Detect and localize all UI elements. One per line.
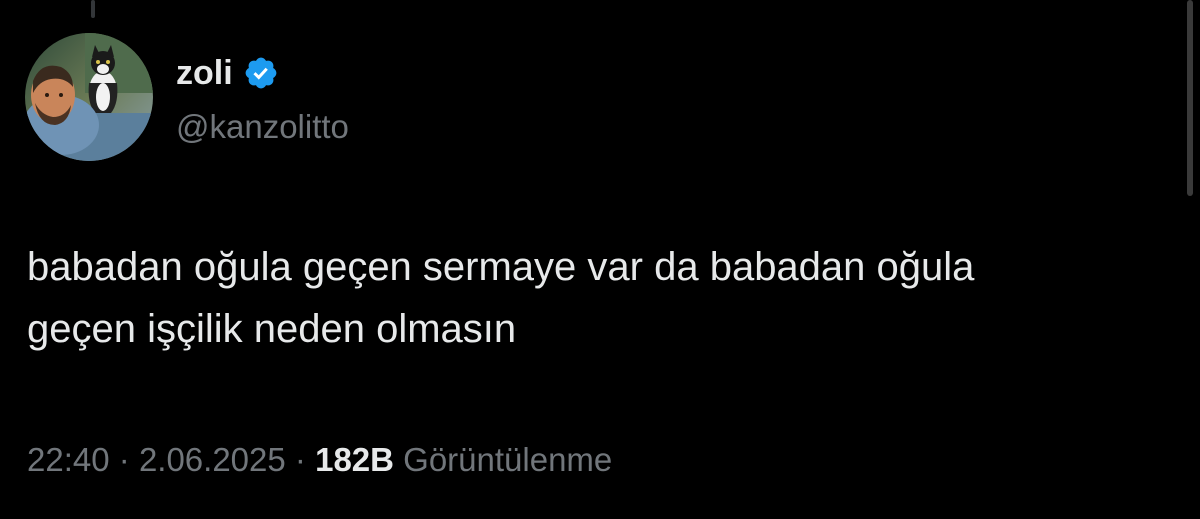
views-count[interactable]: 182B: [315, 441, 394, 478]
verified-badge-icon[interactable]: [243, 55, 279, 91]
views-label: Görüntülenme: [403, 441, 613, 478]
tweet-time[interactable]: 22:40: [27, 441, 110, 478]
meta-separator: ·: [294, 441, 306, 478]
tweet-text-line: geçen işçilik neden olmasın: [27, 307, 517, 351]
author-name-row[interactable]: zoli: [176, 52, 279, 94]
tweet-date[interactable]: 2.06.2025: [139, 441, 286, 478]
tweet-text-line: babadan oğula geçen sermaye var da babad…: [27, 245, 975, 289]
author-display-name[interactable]: zoli: [176, 52, 233, 94]
scrollbar[interactable]: [1187, 0, 1193, 196]
avatar-portrait-with-cat-icon: [25, 33, 153, 161]
thread-connector-line: [91, 0, 95, 18]
tweet-text: babadan oğula geçen sermaye var da babad…: [27, 236, 1187, 360]
tweet-meta: 22:40 · 2.06.2025 · 182B Görüntülenme: [27, 438, 612, 482]
meta-separator: ·: [118, 441, 130, 478]
avatar[interactable]: [25, 33, 153, 161]
author-handle[interactable]: @kanzolitto: [176, 106, 349, 148]
